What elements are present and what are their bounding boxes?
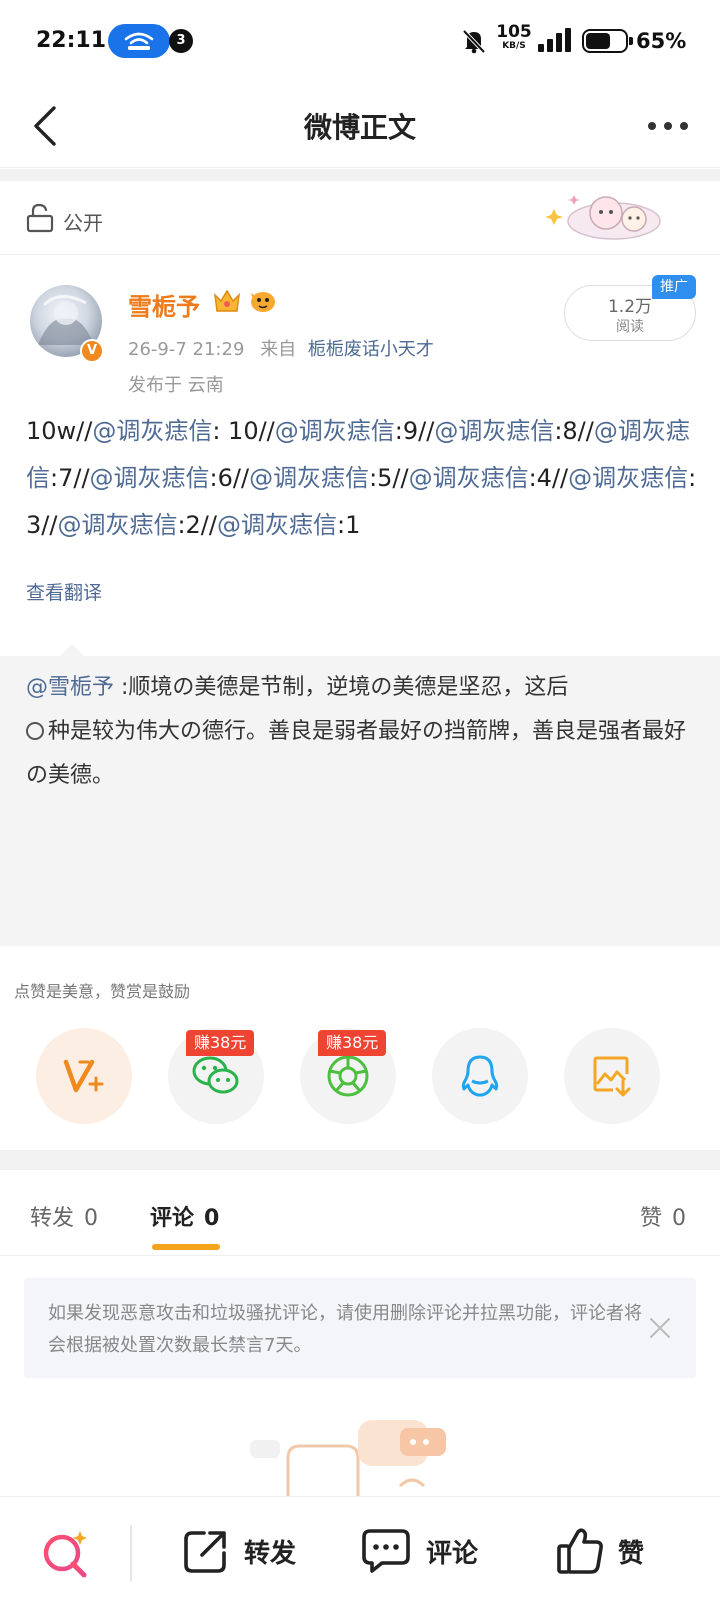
like-button[interactable]: 赞	[556, 1523, 644, 1579]
verified-badge: V	[80, 339, 104, 363]
earn-badge-moments: 赚38元	[318, 1030, 387, 1056]
user-mention-link[interactable]: @调灰痣信	[92, 417, 212, 445]
tab-comments[interactable]: 评论 0	[150, 1200, 219, 1232]
qq-icon	[461, 1055, 499, 1097]
post-location: 发布于 云南	[128, 375, 224, 396]
comment-label: 评论	[426, 1538, 479, 1569]
post-text-segment: :4//	[528, 464, 569, 492]
user-mention-link[interactable]: @调灰痣信	[217, 511, 337, 539]
post-date: 26-9-7 21:29	[128, 339, 245, 360]
notice-text: 如果发现恶意攻击和垃圾骚扰评论，请使用删除评论并拉黑功能，评论者将会根据被处置次…	[48, 1303, 642, 1356]
post-text-segment: :1	[336, 511, 361, 539]
post-text-segment: :9//	[394, 417, 435, 445]
crown-icon	[212, 287, 242, 319]
tab-likes[interactable]: 赞0	[640, 1200, 686, 1232]
section-divider	[0, 1150, 720, 1170]
author-name[interactable]: 雪栀予	[128, 287, 200, 322]
hotspot-icon	[108, 24, 170, 58]
network-speed: 105 KB/S	[496, 22, 532, 51]
battery-percent: 65%	[636, 29, 687, 53]
author-header: V 雪栀予 26-9-7 21:29 来自 栀栀废话小天才 发布于 云南 1.2…	[0, 255, 720, 405]
reads-label: 阅读	[616, 319, 644, 335]
vplus-button[interactable]	[36, 1028, 132, 1124]
tab-reposts[interactable]: 转发 0	[30, 1200, 98, 1232]
quoted-text: @雪栀予 :顺境の美德是节制，逆境の美德是坚忍，这后 种是较为伟大の德行。善良是弱…	[26, 675, 687, 788]
post-text-segment: :5//	[369, 464, 409, 492]
visibility-row: 公开	[0, 181, 720, 255]
user-mention-link[interactable]: @调灰痣信	[57, 511, 177, 539]
user-mention-link[interactable]: @调灰痣信	[275, 417, 395, 445]
battery-icon	[582, 29, 633, 53]
more-dots-icon	[648, 122, 656, 130]
post-text-segment: :7//	[50, 464, 90, 492]
user-mention-link[interactable]: @调灰痣信	[409, 464, 529, 492]
user-mention-link[interactable]: @调灰痣信	[568, 464, 688, 492]
comment-policy-notice: 如果发现恶意攻击和垃圾骚扰评论，请使用删除评论并拉黑功能，评论者将会根据被处置次…	[24, 1278, 696, 1378]
moments-icon	[327, 1055, 369, 1097]
user-mention-link[interactable]: @调灰痣信	[249, 464, 369, 492]
notification-count-badge: 3	[169, 29, 193, 53]
from-prefix: 来自	[260, 339, 297, 360]
mute-bell-icon	[462, 28, 486, 58]
share-row	[0, 1010, 720, 1124]
reward-tip: 点赞是美意，赞赏是鼓励	[14, 982, 191, 1001]
active-tab-indicator	[152, 1244, 220, 1250]
close-icon	[650, 1318, 670, 1338]
share-arrow-icon	[184, 1531, 226, 1573]
quoted-original-post[interactable]: @雪栀予 :顺境の美德是节制，逆境の美德是坚忍，这后 种是较为伟大の德行。善良是弱…	[0, 644, 720, 946]
post-text-segment: :2//	[177, 511, 217, 539]
empty-comments-illustration	[250, 1418, 470, 1498]
user-mention-link[interactable]: @调灰痣信	[90, 464, 210, 492]
fish-badge-icon	[248, 287, 278, 319]
section-divider	[0, 169, 720, 181]
visibility-label: 公开	[63, 211, 103, 235]
bottom-action-bar: 转发 评论 赞	[0, 1496, 720, 1604]
repost-button[interactable]: 转发	[182, 1523, 296, 1579]
status-bar: 22:11 3 105 KB/S 65%	[0, 0, 720, 84]
earn-badge-wechat: 赚38元	[186, 1030, 255, 1056]
post-text-segment: 10w//	[26, 417, 93, 445]
page-title: 微博正文	[303, 111, 416, 144]
status-time: 22:11	[36, 28, 107, 53]
quoted-author-mention[interactable]: @雪栀予	[26, 675, 114, 700]
wechat-icon	[192, 1056, 239, 1094]
save-image-button[interactable]	[564, 1028, 660, 1124]
post-text-segment: : 10//	[212, 417, 275, 445]
search-button[interactable]	[40, 1527, 92, 1579]
post-source-link[interactable]: 栀栀废话小天才	[308, 339, 434, 360]
share-qq-button[interactable]	[432, 1028, 528, 1124]
top-nav-bar: 微博正文	[0, 84, 720, 168]
post-text-segment: :8//	[554, 417, 594, 445]
user-mention-link[interactable]: @调灰痣信	[434, 417, 554, 445]
comment-bubble-icon	[362, 1529, 410, 1573]
view-translation-link[interactable]: 查看翻译	[26, 578, 102, 605]
promote-badge[interactable]: 推广	[652, 275, 696, 299]
vplus-icon	[63, 1059, 104, 1093]
close-notice-button[interactable]	[648, 1316, 672, 1340]
clock-emoji-icon	[26, 722, 44, 740]
decorative-sticker	[544, 187, 664, 243]
comment-button[interactable]: 评论	[360, 1523, 478, 1579]
like-label: 赞	[618, 1538, 645, 1569]
post-text-segment: :6//	[209, 464, 250, 492]
repost-label: 转发	[244, 1538, 297, 1569]
post-meta: 26-9-7 21:29 来自 栀栀废话小天才	[128, 335, 434, 361]
search-icon	[43, 1531, 87, 1578]
unlock-icon	[26, 203, 54, 237]
interaction-tabs: 转发 0 评论 0 赞0	[0, 1170, 720, 1256]
save-image-icon	[593, 1056, 631, 1097]
signal-icon	[538, 28, 572, 56]
thumbs-up-icon	[557, 1528, 603, 1574]
divider	[130, 1525, 132, 1581]
post-text: 10w//@调灰痣信: 10//@调灰痣信:9//@调灰痣信:8//@调灰痣信:…	[26, 408, 698, 549]
more-options-button[interactable]	[644, 114, 692, 138]
